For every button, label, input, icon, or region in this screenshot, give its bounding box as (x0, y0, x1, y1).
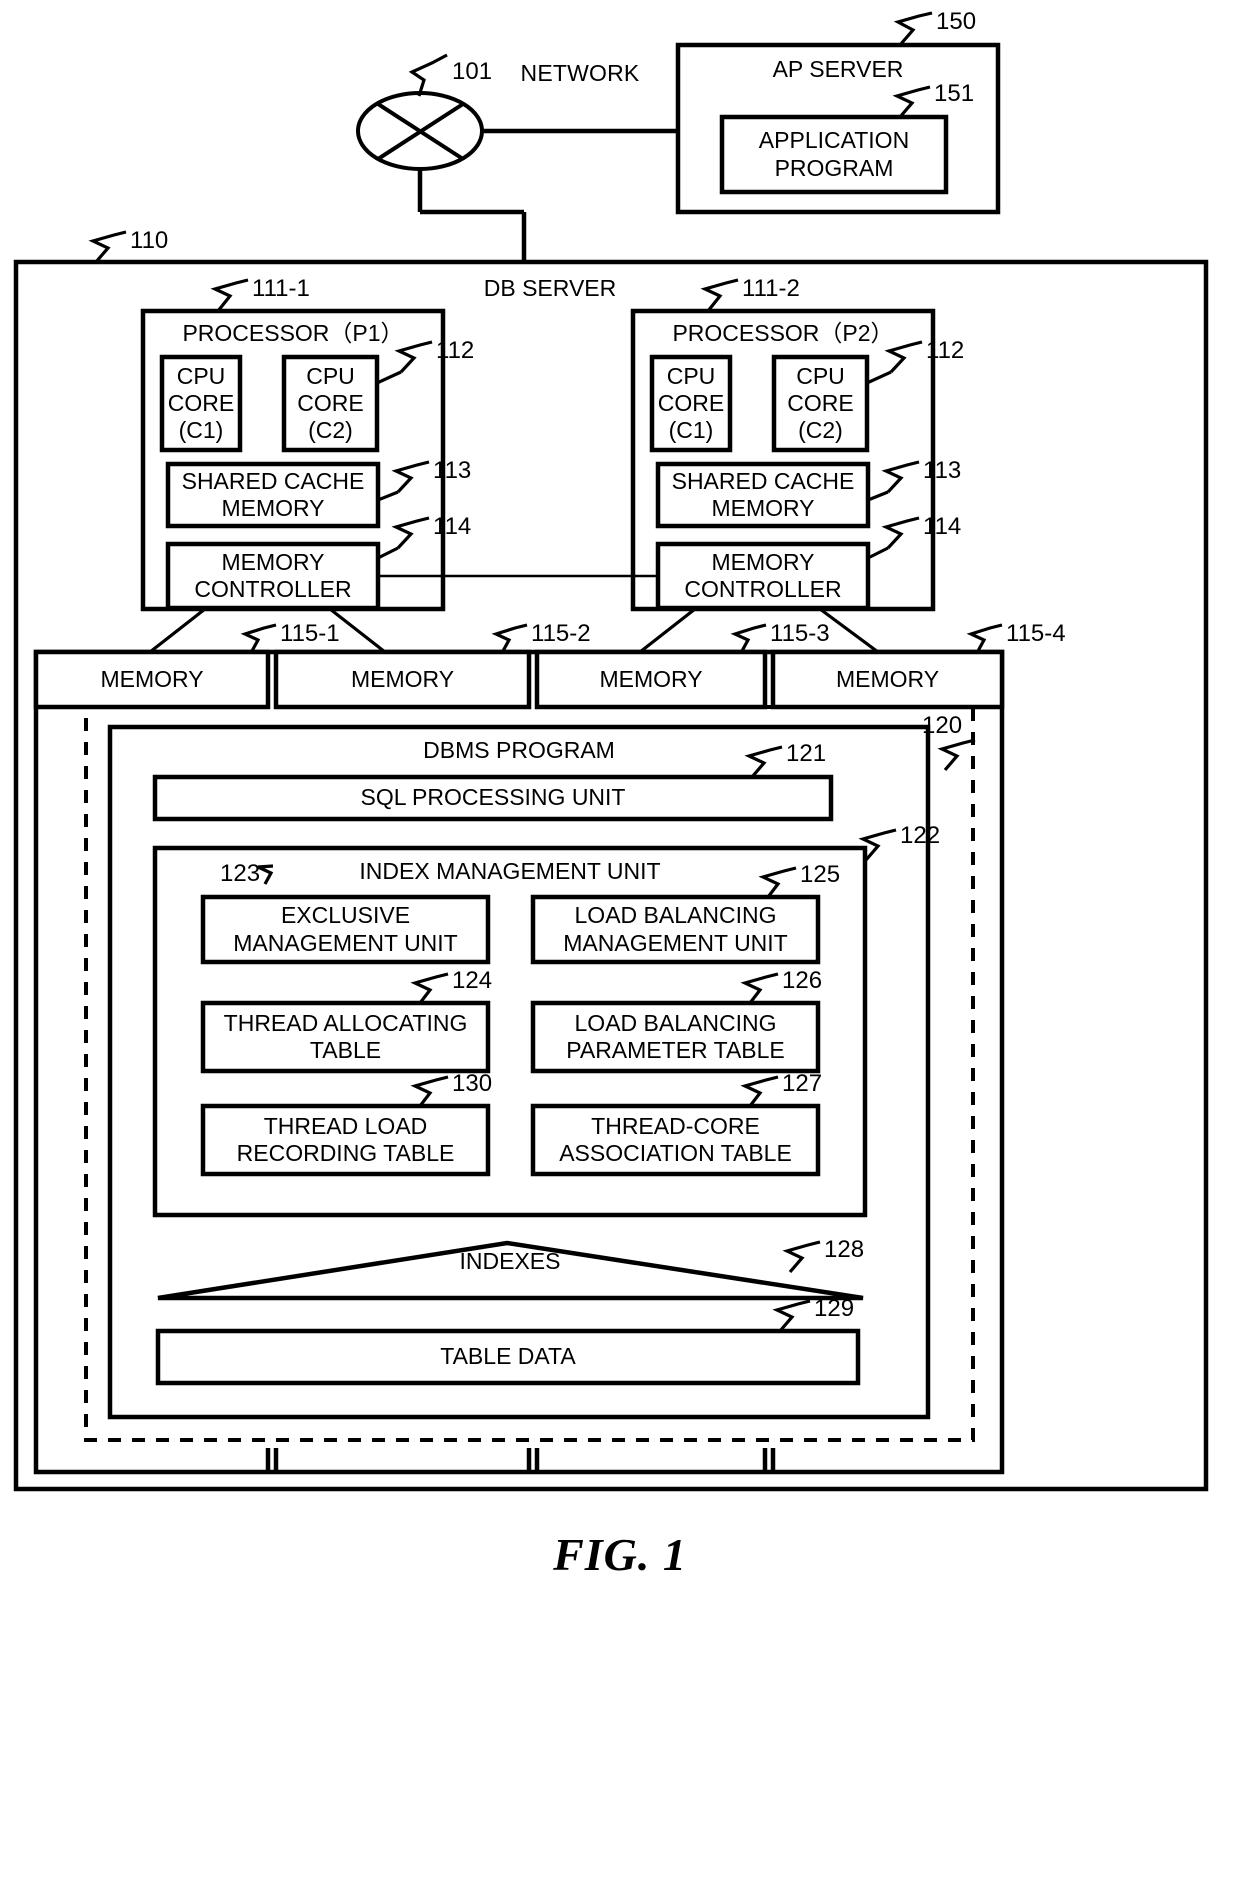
ref-151: 151 (934, 80, 975, 107)
ref-111-1: 111-1 (252, 275, 310, 302)
exclusive-management-unit-label: EXCLUSIVE MANAGEMENT UNIT (233, 902, 458, 956)
ref-114-p1: 114 (433, 513, 472, 540)
ref-124: 124 (452, 967, 493, 994)
load-balancing-management-unit-label: LOAD BALANCING MANAGEMENT UNIT (563, 902, 788, 956)
memory-label-4: MEMORY (835, 665, 940, 692)
ref-115-4: 115-4 (1006, 620, 1066, 647)
p2-shared-cache-label: SHARED CACHE MEMORY (671, 467, 855, 521)
ref-127: 127 (782, 1070, 823, 1097)
db-server-title: DB SERVER (483, 275, 617, 302)
ref-121: 121 (786, 740, 827, 767)
indexes-label: INDEXES (459, 1248, 561, 1275)
memory-label-1: MEMORY (100, 665, 204, 692)
ref-122: 122 (900, 822, 941, 849)
table-data-label: TABLE DATA (440, 1343, 576, 1370)
p1-cpu-core-c1-label: CPU CORE (C1) (167, 362, 235, 444)
ref-150: 150 (936, 8, 977, 35)
application-program-label: APPLICATION PROGRAM (758, 127, 910, 181)
ref-113-p1: 113 (433, 457, 472, 484)
p2-cpu-core-c1-label: CPU CORE (C1) (657, 362, 725, 444)
ref-130: 130 (452, 1070, 493, 1097)
p2-cpu-core-c2-label: CPU CORE (C2) (787, 362, 854, 444)
thread-load-recording-table-label: THREAD LOAD RECORDING TABLE (236, 1112, 455, 1166)
thread-core-association-table-label: THREAD-CORE ASSOCIATION TABLE (559, 1112, 792, 1166)
thread-allocating-table-label: THREAD ALLOCATING TABLE (223, 1009, 468, 1063)
network-label: NETWORK (520, 60, 640, 86)
processor-1-title: PROCESSOR（P1） (182, 320, 404, 347)
index-management-unit-title: INDEX MANAGEMENT UNIT (359, 858, 661, 885)
ref-101: 101 (452, 58, 493, 85)
memory-label-2: MEMORY (350, 665, 455, 692)
ref-120: 120 (922, 712, 963, 739)
ref-110: 110 (130, 227, 169, 254)
ref-126: 126 (782, 967, 823, 994)
ref-115-2: 115-2 (531, 620, 591, 647)
ref-111-2: 111-2 (742, 275, 800, 302)
ref-115-1: 115-1 (280, 620, 340, 647)
load-balancing-parameter-table-label: LOAD BALANCING PARAMETER TABLE (566, 1009, 785, 1063)
ref-125: 125 (800, 861, 841, 888)
memory-label-3: MEMORY (599, 665, 703, 692)
figure-caption: FIG. 1 (553, 1529, 687, 1580)
processor-2-title: PROCESSOR（P2） (672, 320, 894, 347)
ref-123: 123 (220, 860, 261, 887)
p1-memory-controller-label: MEMORY CONTROLLER (194, 548, 352, 602)
p1-shared-cache-label: SHARED CACHE MEMORY (181, 467, 365, 521)
p2-memory-controller-label: MEMORY CONTROLLER (684, 548, 842, 602)
ref-115-3: 115-3 (770, 620, 830, 647)
ref-114-p2: 114 (923, 513, 962, 540)
ref-112-p1: 112 (436, 337, 475, 364)
patent-figure-page: 101 NETWORK 150 AP SERVER 151 APPLICATIO… (0, 0, 1240, 1883)
p1-cpu-core-c2-label: CPU CORE (C2) (297, 362, 364, 444)
ref-128: 128 (824, 1236, 865, 1263)
ref-129: 129 (814, 1295, 855, 1322)
ref-113-p2: 113 (923, 457, 962, 484)
sql-processing-unit-label: SQL PROCESSING UNIT (360, 784, 626, 811)
ref-112-p2: 112 (926, 337, 965, 364)
